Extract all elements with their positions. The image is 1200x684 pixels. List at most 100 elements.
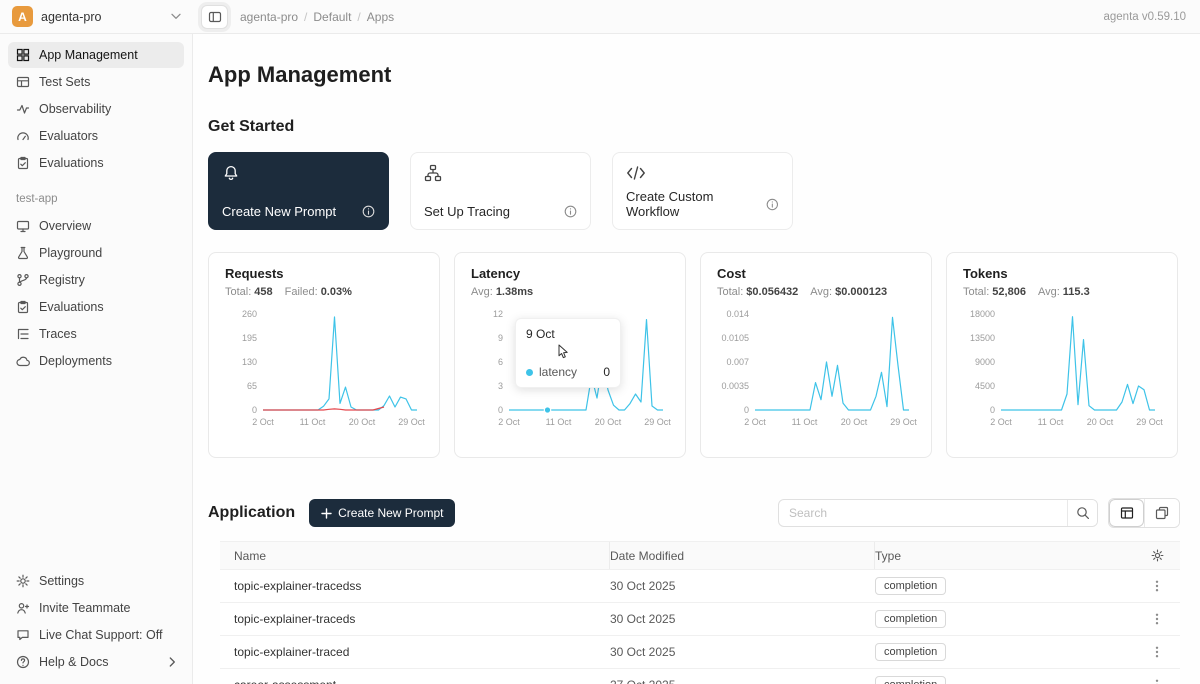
- svg-text:11 Oct: 11 Oct: [546, 417, 572, 427]
- metric-card-latency: Latency Avg:1.38ms 0369122 Oct11 Oct20 O…: [454, 252, 686, 458]
- workspace-switcher[interactable]: A agenta-pro: [0, 0, 193, 33]
- table-row[interactable]: topic-explainer-traceds 30 Oct 2025 comp…: [220, 603, 1180, 636]
- metric-stats: Avg:1.38ms: [471, 286, 669, 298]
- table-settings-button[interactable]: [1149, 547, 1166, 564]
- info-icon[interactable]: [766, 198, 779, 211]
- main-content: App Management Get Started Create New Pr…: [193, 34, 1200, 684]
- tokens-chart-area: 04500900013500180002 Oct11 Oct20 Oct29 O…: [963, 306, 1161, 432]
- sidebar-item-test-sets[interactable]: Test Sets: [8, 69, 184, 95]
- breadcrumb-item-project[interactable]: Default: [313, 10, 351, 24]
- cursor-icon: [557, 344, 571, 360]
- card-view-button[interactable]: [1144, 499, 1179, 527]
- column-header-name[interactable]: Name: [220, 542, 610, 569]
- sidebar-item-label: Deployments: [39, 354, 112, 368]
- sidebar-item-invite-teammate[interactable]: Invite Teammate: [8, 595, 184, 621]
- set-up-tracing-card[interactable]: Set Up Tracing: [410, 152, 591, 230]
- sidebar-item-overview[interactable]: Overview: [8, 213, 184, 239]
- type-badge: completion: [875, 577, 946, 595]
- svg-text:29 Oct: 29 Oct: [398, 417, 425, 427]
- plus-icon: [321, 508, 332, 519]
- app-version: agenta v0.59.10: [1104, 11, 1200, 23]
- table-row[interactable]: topic-explainer-traced 30 Oct 2025 compl…: [220, 636, 1180, 669]
- application-heading: Application: [208, 504, 295, 522]
- sidebar-item-label: Help & Docs: [39, 655, 108, 669]
- svg-text:9: 9: [498, 333, 503, 343]
- metric-stats: Total:$0.056432 Avg:$0.000123: [717, 286, 915, 298]
- card-label: Create Custom Workflow: [626, 189, 766, 219]
- metric-card-requests: Requests Total:458 Failed:0.03% 06513019…: [208, 252, 440, 458]
- table-header-row: Name Date Modified Type: [220, 542, 1180, 570]
- info-icon[interactable]: [564, 205, 577, 218]
- column-header-type[interactable]: Type: [875, 549, 1134, 563]
- requests-chart[interactable]: 0651301952602 Oct11 Oct20 Oct29 Oct: [225, 306, 425, 432]
- monitor-icon: [16, 219, 30, 233]
- sidebar-item-registry[interactable]: Registry: [8, 267, 184, 293]
- table-row[interactable]: topic-explainer-tracedss 30 Oct 2025 com…: [220, 570, 1180, 603]
- svg-text:195: 195: [242, 333, 257, 343]
- breadcrumb-item-workspace[interactable]: agenta-pro: [240, 10, 298, 24]
- info-icon[interactable]: [362, 205, 375, 218]
- branch-icon: [16, 273, 30, 287]
- tree-list-icon: [16, 327, 30, 341]
- cost-chart[interactable]: 00.00350.0070.01050.0142 Oct11 Oct20 Oct…: [717, 306, 917, 432]
- sidebar-item-help-docs[interactable]: Help & Docs: [8, 649, 184, 675]
- create-new-prompt-card[interactable]: Create New Prompt: [208, 152, 389, 230]
- svg-text:0: 0: [744, 405, 749, 415]
- type-badge: completion: [875, 676, 946, 684]
- row-menu-button[interactable]: [1146, 608, 1168, 630]
- bell-prompt-icon: [222, 164, 375, 182]
- row-menu-button[interactable]: [1146, 575, 1168, 597]
- table-row[interactable]: career-assessment 27 Oct 2025 completion: [220, 669, 1180, 684]
- flask-icon: [16, 246, 30, 260]
- sidebar-item-settings[interactable]: Settings: [8, 568, 184, 594]
- breadcrumb: agenta-pro / Default / Apps: [240, 10, 394, 24]
- svg-text:20 Oct: 20 Oct: [349, 417, 376, 427]
- sidebar-item-label: Evaluations: [39, 156, 104, 170]
- create-custom-workflow-card[interactable]: Create Custom Workflow: [612, 152, 793, 230]
- column-header-date-modified[interactable]: Date Modified: [610, 542, 875, 569]
- gear-icon: [1151, 549, 1164, 562]
- tokens-chart[interactable]: 04500900013500180002 Oct11 Oct20 Oct29 O…: [963, 306, 1163, 432]
- sidebar-item-live-chat[interactable]: Live Chat Support: Off: [8, 622, 184, 648]
- sidebar-item-evaluations-app[interactable]: Evaluations: [8, 294, 184, 320]
- sidebar-item-observability[interactable]: Observability: [8, 96, 184, 122]
- sidebar-item-playground[interactable]: Playground: [8, 240, 184, 266]
- sidebar-toggle-button[interactable]: [201, 5, 228, 29]
- search-input[interactable]: [779, 506, 1067, 520]
- sidebar-item-evaluators[interactable]: Evaluators: [8, 123, 184, 149]
- row-menu-button[interactable]: [1146, 641, 1168, 663]
- get-started-cards: Create New Prompt Set Up Tracing Create …: [208, 152, 1180, 230]
- sidebar-item-label: Invite Teammate: [39, 601, 130, 615]
- svg-text:2 Oct: 2 Oct: [498, 417, 520, 427]
- metric-stats: Total:52,806 Avg:115.3: [963, 286, 1161, 298]
- grid-icon: [16, 48, 30, 62]
- svg-text:2 Oct: 2 Oct: [252, 417, 274, 427]
- svg-text:13500: 13500: [970, 333, 995, 343]
- card-view-icon: [1155, 506, 1169, 520]
- app-name: topic-explainer-traceds: [220, 612, 610, 626]
- chat-bubble-icon: [16, 628, 30, 642]
- sidebar-item-evaluations[interactable]: Evaluations: [8, 150, 184, 176]
- sidebar-item-traces[interactable]: Traces: [8, 321, 184, 347]
- tooltip-series-row: latency 0: [526, 365, 610, 379]
- table-view-button[interactable]: [1109, 499, 1144, 527]
- create-new-prompt-button[interactable]: Create New Prompt: [309, 499, 455, 527]
- applications-table: Name Date Modified Type topic-explainer-…: [220, 541, 1180, 684]
- sidebar-item-deployments[interactable]: Deployments: [8, 348, 184, 374]
- page-title: App Management: [208, 62, 1180, 88]
- get-started-heading: Get Started: [208, 118, 1180, 136]
- search-button[interactable]: [1067, 500, 1097, 526]
- sidebar-item-label: Traces: [39, 327, 77, 341]
- table-view-icon: [1120, 506, 1134, 520]
- kebab-icon: [1150, 678, 1164, 684]
- sidebar-item-label: Overview: [39, 219, 91, 233]
- app-name: topic-explainer-traced: [220, 645, 610, 659]
- sitemap-tracing-icon: [424, 164, 577, 182]
- row-menu-button[interactable]: [1146, 674, 1168, 684]
- sidebar-section-label: test-app: [8, 177, 184, 213]
- breadcrumb-item-page[interactable]: Apps: [367, 10, 394, 24]
- svg-text:20 Oct: 20 Oct: [595, 417, 622, 427]
- svg-text:20 Oct: 20 Oct: [841, 417, 868, 427]
- sidebar-item-app-management[interactable]: App Management: [8, 42, 184, 68]
- sidebar-toggle-icon: [208, 10, 222, 24]
